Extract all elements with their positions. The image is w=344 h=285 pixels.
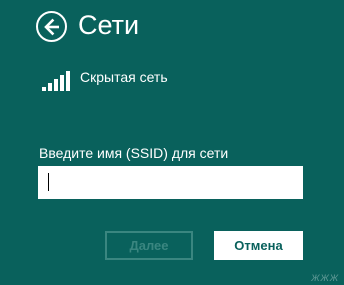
network-name: Скрытая сеть <box>80 69 168 85</box>
back-arrow-icon <box>43 18 59 35</box>
page-title: Сети <box>78 10 140 40</box>
ssid-label: Введите имя (SSID) для сети <box>39 145 229 161</box>
watermark: ЖЖЖ <box>311 273 339 283</box>
back-button[interactable] <box>36 11 67 42</box>
cancel-button[interactable]: Отмена <box>214 231 303 260</box>
text-caret <box>48 173 49 191</box>
next-button[interactable]: Далее <box>105 231 193 260</box>
ssid-input[interactable] <box>38 166 303 199</box>
wifi-signal-icon <box>42 71 70 91</box>
network-item-hidden[interactable]: Скрытая сеть <box>42 67 168 95</box>
